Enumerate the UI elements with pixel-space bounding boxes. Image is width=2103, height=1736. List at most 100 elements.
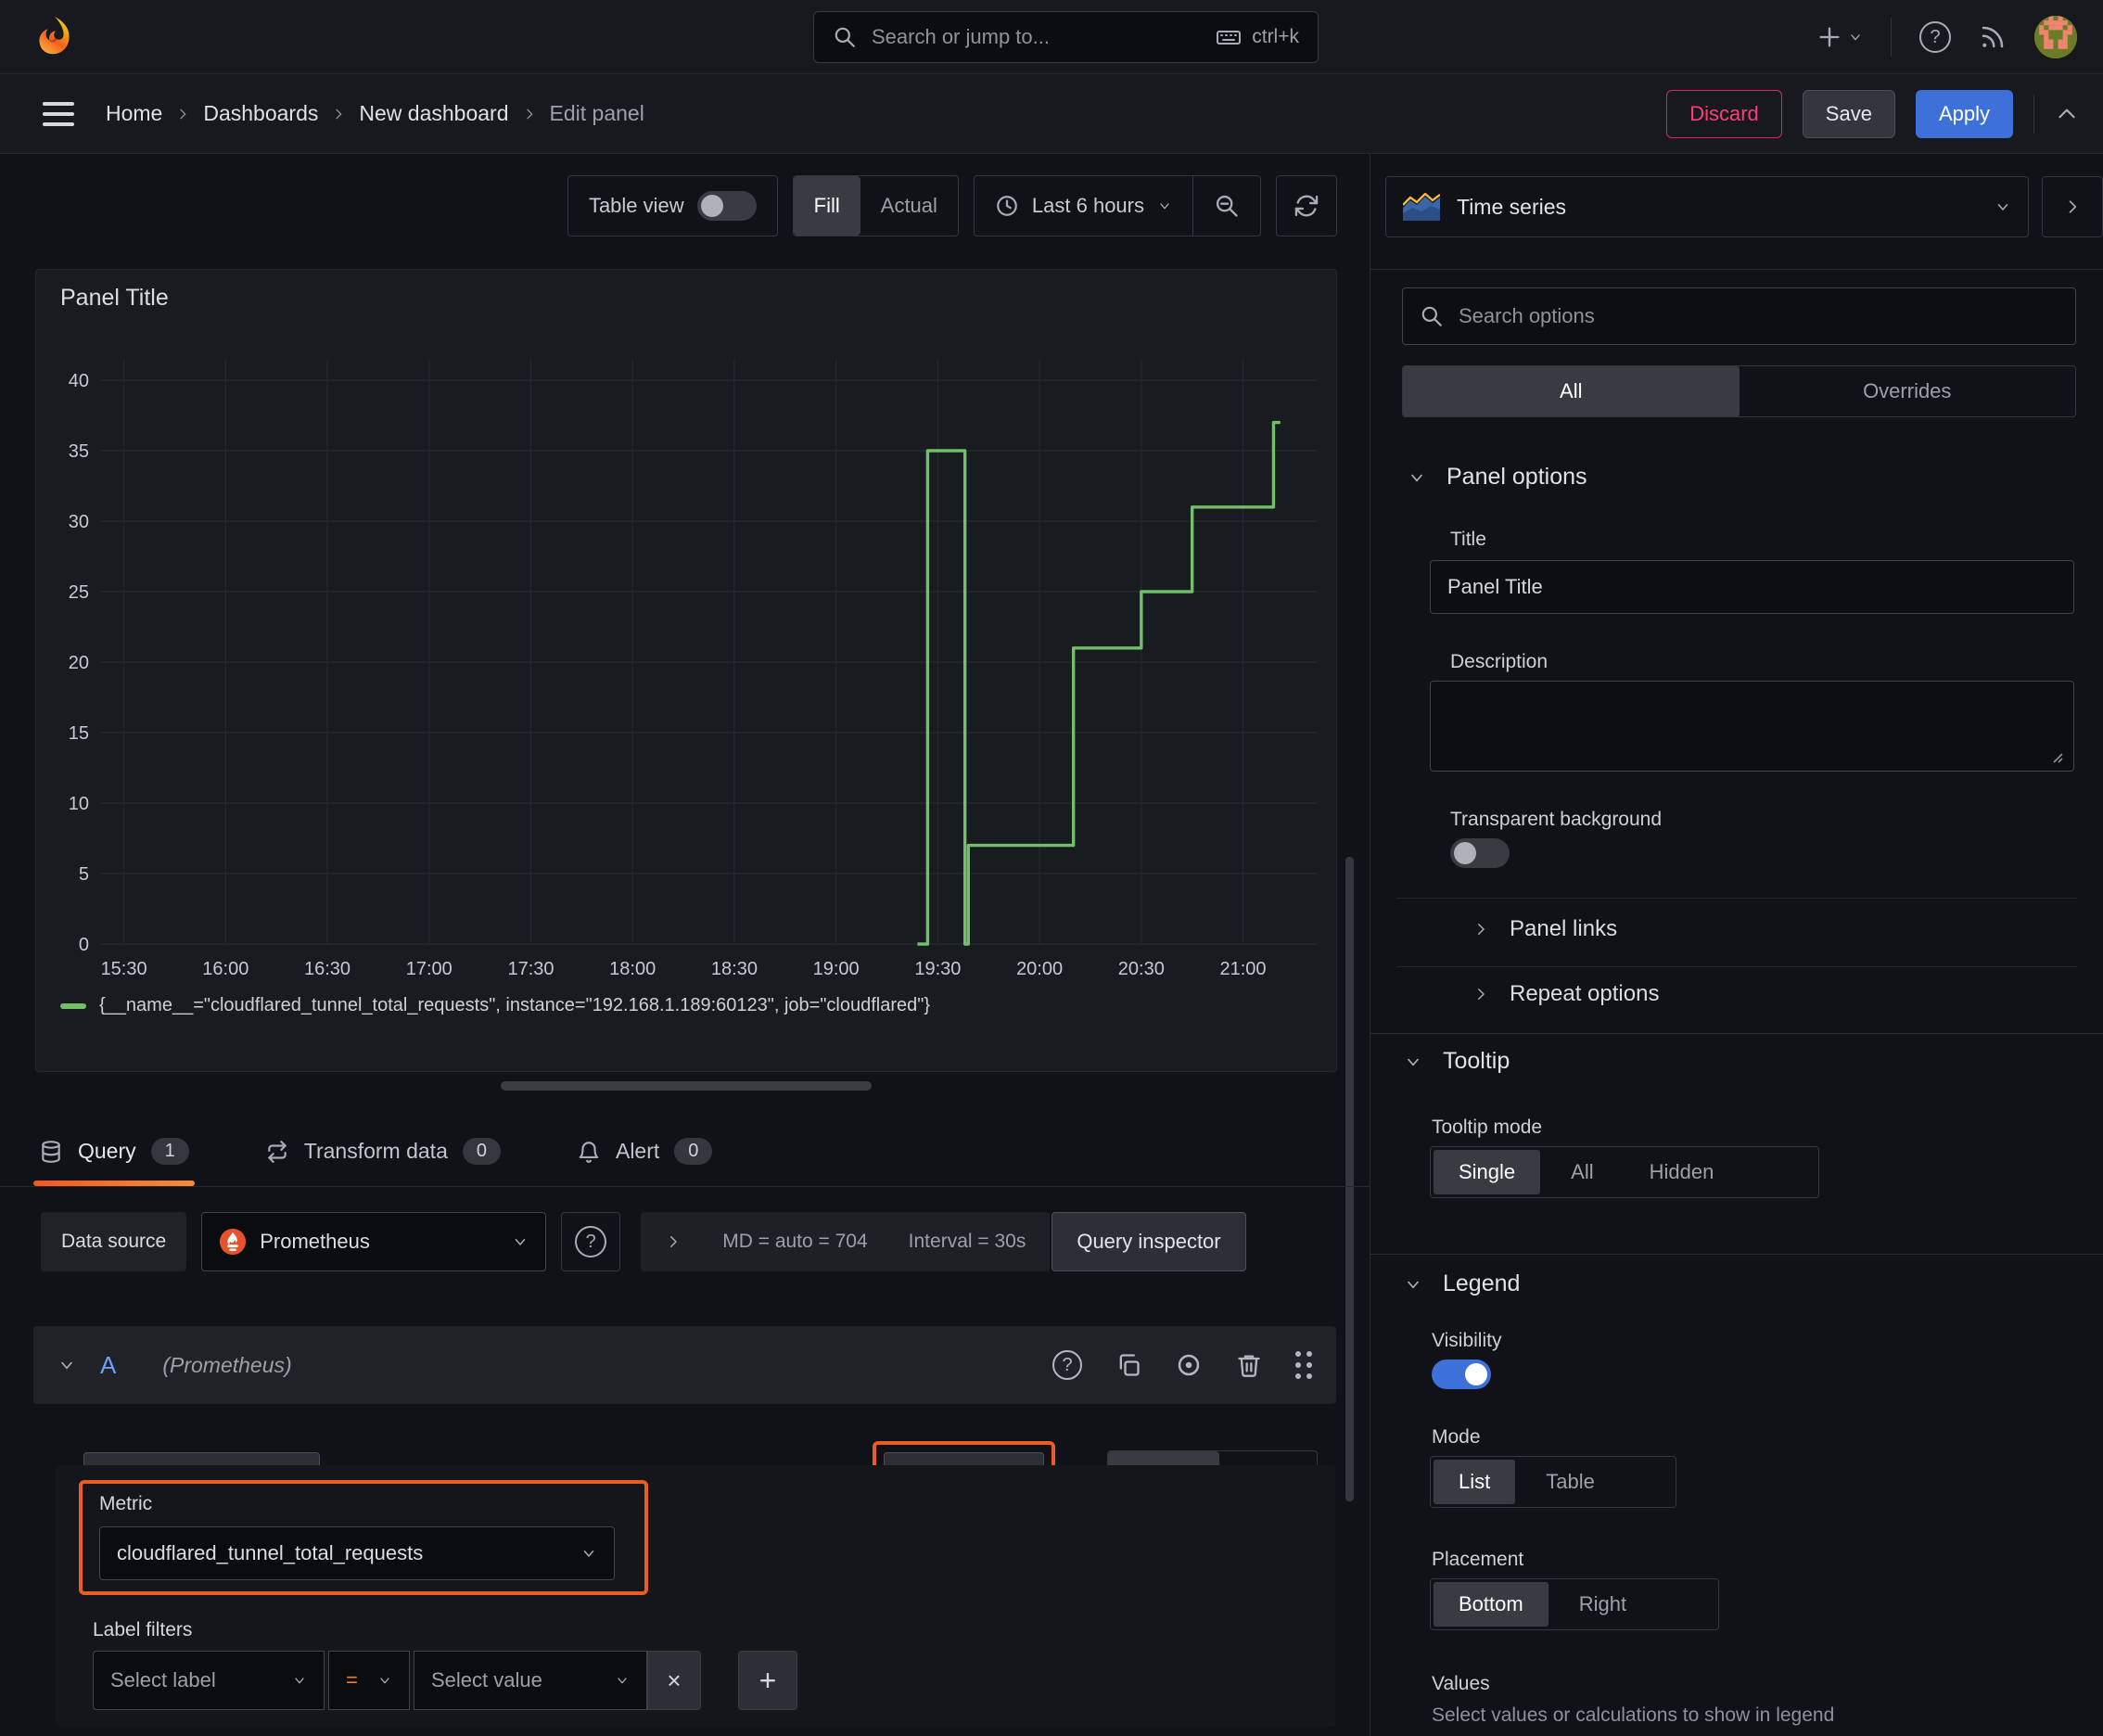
table-view-label: Table view [588,194,684,217]
table-view-toggle[interactable] [696,191,757,221]
description-textarea[interactable] [1430,681,2074,772]
tab-query[interactable]: Query 1 [33,1117,195,1186]
discard-button[interactable]: Discard [1666,89,1782,138]
remove-filter-button[interactable]: × [647,1651,701,1710]
svg-text:18:00: 18:00 [609,959,656,979]
zoom-out-button[interactable] [1193,176,1260,236]
tooltip-hidden[interactable]: Hidden [1622,1147,1742,1197]
svg-text:19:30: 19:30 [914,959,961,979]
refresh-button[interactable] [1276,175,1337,236]
legend-visibility-toggle[interactable] [1432,1359,1491,1389]
tab-transform[interactable]: Transform data 0 [260,1117,506,1186]
apply-button[interactable]: Apply [1915,89,2013,138]
drag-query-handle[interactable] [1295,1351,1312,1379]
options-search-input[interactable] [1459,304,2058,328]
save-button[interactable]: Save [1802,89,1895,138]
metric-select[interactable]: cloudflared_tunnel_total_requests [99,1526,615,1580]
query-options-bar[interactable]: MD = auto = 704 Interval = 30s [641,1212,1051,1271]
transparent-bg-toggle[interactable] [1450,838,1510,868]
visualization-picker[interactable]: Time series [1385,176,2029,237]
select-value-dropdown[interactable]: Select value [414,1651,647,1710]
help-button[interactable]: ? [1919,21,1951,53]
label-filters-row: Select label = Select value × + [93,1651,797,1710]
breadcrumb-home[interactable]: Home [106,101,162,126]
mode-list[interactable]: List [1434,1460,1516,1504]
query-count-badge: 1 [150,1138,189,1165]
panel-title-input[interactable] [1430,560,2074,614]
viz-name: Time series [1457,194,1566,219]
new-menu-button[interactable] [1816,24,1863,50]
chevron-right-icon [1478,989,1485,1000]
query-help-icon[interactable]: ? [1052,1350,1082,1380]
datasource-picker[interactable]: Prometheus [201,1212,547,1271]
legend-series-name[interactable]: {__name__="cloudflared_tunnel_total_requ… [99,995,930,1016]
collapse-options-button[interactable] [2042,176,2103,237]
chevron-down-icon [1160,203,1169,210]
chevron-right-icon [670,1236,677,1247]
collapse-query-icon[interactable] [57,1356,76,1374]
search-shortcut: ctrl+k [1252,26,1299,47]
global-search[interactable]: ctrl+k [813,11,1319,63]
query-row-header[interactable]: A (Prometheus) ? [33,1326,1336,1404]
query-inspector-button[interactable]: Query inspector [1052,1212,1246,1271]
grafana-edit-panel: ctrl+k ? [0,0,2103,1736]
visibility-label: Visibility [1432,1330,1502,1351]
datasource-label: Data source [41,1212,187,1271]
tab-all[interactable]: All [1403,366,1740,416]
placement-right[interactable]: Right [1551,1579,1654,1629]
breadcrumb-dashboards[interactable]: Dashboards [203,101,318,126]
add-filter-button[interactable]: + [738,1651,797,1710]
hide-response-eye-icon[interactable] [1175,1351,1203,1379]
placement-label: Placement [1432,1549,1524,1570]
editor-tabs: Query 1 Transform data 0 Alert 0 [0,1117,1370,1187]
svg-text:15:30: 15:30 [101,959,147,979]
breadcrumb-new-dashboard[interactable]: New dashboard [359,101,508,126]
legend-header[interactable]: Legend [1404,1270,1520,1297]
chart-legend[interactable]: {__name__="cloudflared_tunnel_total_requ… [60,995,930,1016]
values-label: Values [1432,1673,1490,1694]
svg-text:25: 25 [69,582,89,603]
table-view-group: Table view [567,175,778,236]
resize-handle-icon[interactable] [2049,749,2064,764]
panel-links-header[interactable]: Panel links [1472,916,1617,942]
mode-label: Mode [1432,1426,1481,1448]
operator-dropdown[interactable]: = [328,1651,410,1710]
svg-text:20:30: 20:30 [1118,959,1165,979]
pane-resize-handle[interactable] [501,1081,872,1091]
tooltip-header[interactable]: Tooltip [1404,1048,1510,1075]
query-datasource-name: (Prometheus) [162,1352,292,1377]
tooltip-all[interactable]: All [1543,1147,1621,1197]
tab-overrides[interactable]: Overrides [1740,366,2076,416]
repeat-options-header[interactable]: Repeat options [1472,981,1659,1007]
mode-table[interactable]: Table [1518,1457,1623,1507]
legend-swatch [60,1002,86,1009]
delete-query-icon[interactable] [1236,1352,1262,1378]
panel-title: Panel Title [60,285,169,311]
placement-bottom[interactable]: Bottom [1434,1582,1549,1627]
collapse-header-icon[interactable] [2055,102,2079,126]
breadcrumb-separator-icon [180,108,186,119]
tab-alert[interactable]: Alert 0 [571,1117,718,1186]
user-avatar[interactable] [2034,16,2077,58]
svg-text:17:30: 17:30 [507,959,554,979]
duplicate-query-icon[interactable] [1115,1352,1141,1378]
select-label-dropdown[interactable]: Select label [93,1651,325,1710]
global-search-input[interactable] [872,25,1201,49]
actual-button[interactable]: Actual [860,176,958,236]
search-icon [1420,304,1444,328]
chevron-down-icon [295,1678,304,1684]
chart-panel[interactable]: 0 5 10 15 20 25 30 35 40 15:30 16:00 16:30 17:00 17:3… [35,269,1337,1072]
datasource-help-button[interactable]: ? [561,1212,621,1271]
fill-button[interactable]: Fill [793,176,860,236]
time-range-picker[interactable]: Last 6 hours [975,176,1192,236]
grafana-logo-icon[interactable] [32,15,76,59]
options-search[interactable] [1402,287,2076,345]
news-button[interactable] [1979,23,2007,51]
query-builder-body: Metric cloudflared_tunnel_total_requests… [56,1465,1335,1727]
tooltip-single[interactable]: Single [1434,1150,1541,1194]
legend-placement-switch: Bottom Right [1430,1578,1719,1630]
panel-options-header[interactable]: Panel options [1408,464,1587,491]
svg-text:10: 10 [69,794,89,814]
time-series-viz-icon [1403,193,1440,221]
menu-toggle-icon[interactable] [43,101,74,126]
